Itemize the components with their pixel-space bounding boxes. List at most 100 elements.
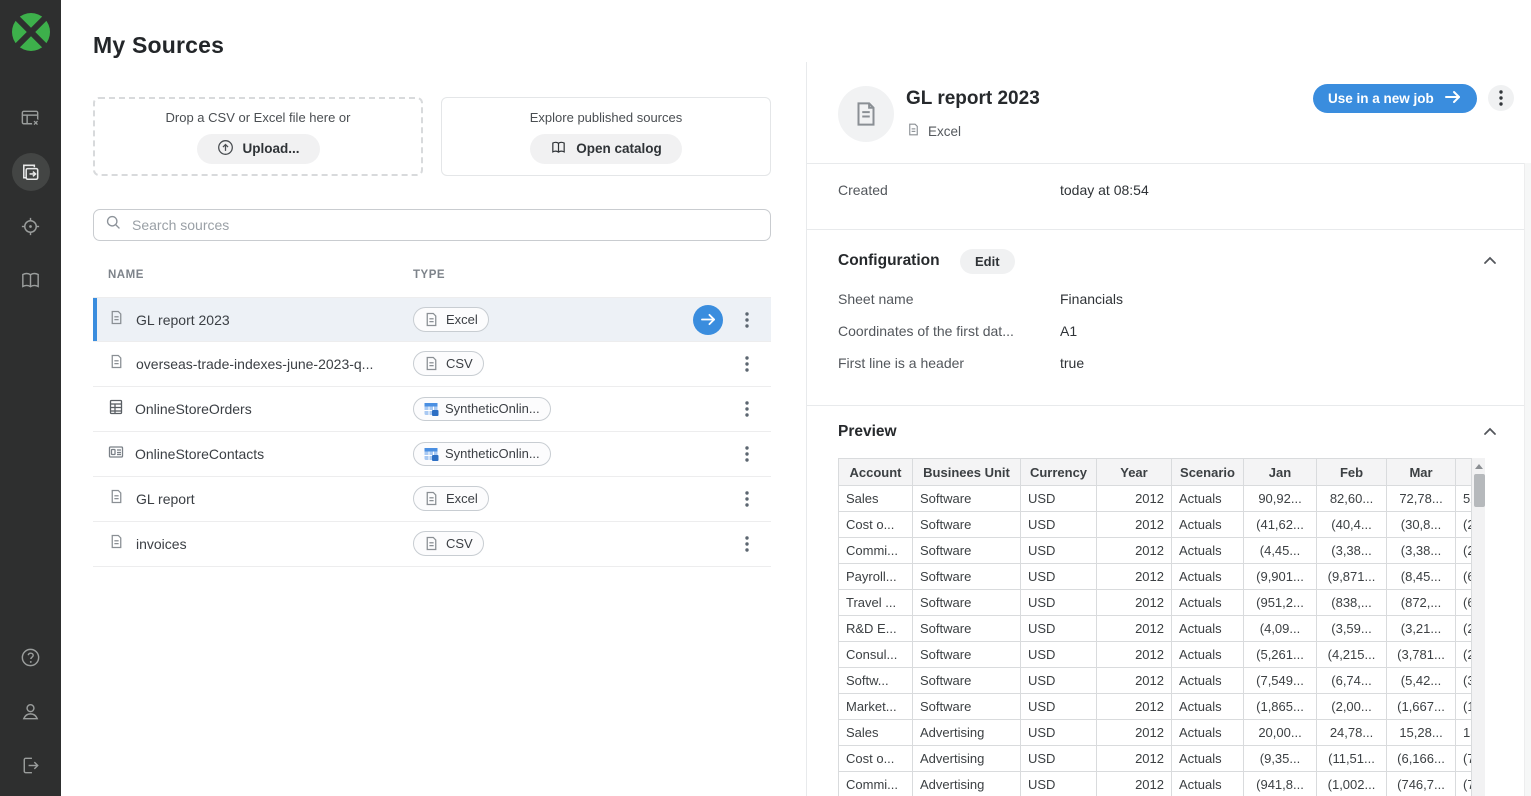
file-dropzone[interactable]: Drop a CSV or Excel file here or Upload.… bbox=[93, 97, 423, 176]
preview-cell: (41,62... bbox=[1244, 512, 1317, 538]
preview-cell: Actuals bbox=[1172, 772, 1244, 796]
open-source-arrow-button[interactable] bbox=[693, 305, 723, 335]
preview-cell: 2012 bbox=[1097, 720, 1172, 746]
preview-cell: USD bbox=[1021, 616, 1097, 642]
preview-cell: 2012 bbox=[1097, 694, 1172, 720]
sources-list: GL report 2023Exceloverseas-trade-indexe… bbox=[93, 297, 771, 567]
preview-row: Payroll...SoftwareUSD2012Actuals(9,901..… bbox=[839, 564, 1472, 590]
use-in-new-job-label: Use in a new job bbox=[1328, 91, 1434, 106]
grid-blue-icon bbox=[423, 401, 439, 417]
source-row[interactable]: OnlineStoreOrdersSyntheticOnlin... bbox=[93, 387, 771, 432]
config-field-value: true bbox=[1060, 355, 1084, 371]
preview-cell: USD bbox=[1021, 694, 1097, 720]
logout-icon[interactable] bbox=[12, 746, 50, 784]
preview-cell: Software bbox=[913, 668, 1021, 694]
preview-cell: Sales bbox=[839, 720, 913, 746]
clover-logo[interactable] bbox=[9, 10, 53, 54]
preview-cell: 90,92... bbox=[1244, 486, 1317, 512]
preview-heading: Preview bbox=[838, 423, 897, 441]
preview-scrollbar[interactable] bbox=[1472, 458, 1485, 796]
preview-cell: 2012 bbox=[1097, 642, 1172, 668]
row-kebab-menu[interactable] bbox=[739, 397, 755, 421]
source-name: OnlineStoreContacts bbox=[135, 446, 264, 462]
source-name: invoices bbox=[136, 536, 187, 552]
source-row[interactable]: overseas-trade-indexes-june-2023-q...CSV bbox=[93, 342, 771, 387]
preview-cell: (1,865... bbox=[1244, 694, 1317, 720]
jobs-icon[interactable] bbox=[12, 99, 50, 137]
config-field-label: First line is a header bbox=[838, 355, 964, 371]
preview-cell: 2012 bbox=[1097, 746, 1172, 772]
preview-cell: USD bbox=[1021, 538, 1097, 564]
file-icon bbox=[108, 309, 125, 331]
configuration-collapse-chevron-up-icon[interactable] bbox=[1480, 252, 1500, 272]
row-kebab-menu[interactable] bbox=[739, 308, 755, 332]
preview-cell: Actuals bbox=[1172, 746, 1244, 772]
card-icon bbox=[108, 444, 124, 465]
column-header-name: NAME bbox=[108, 269, 144, 281]
preview-cell: Actuals bbox=[1172, 564, 1244, 590]
preview-cell: (5,42... bbox=[1387, 668, 1456, 694]
preview-cell: (2 bbox=[1456, 512, 1472, 538]
preview-cell: Actuals bbox=[1172, 512, 1244, 538]
preview-row: Consul...SoftwareUSD2012Actuals(5,261...… bbox=[839, 642, 1472, 668]
preview-cell: (11,51... bbox=[1317, 746, 1387, 772]
preview-cell: 15 bbox=[1456, 720, 1472, 746]
dropzone-text: Drop a CSV or Excel file here or bbox=[166, 110, 351, 125]
preview-cell: (1,002... bbox=[1317, 772, 1387, 796]
preview-cell: (9,901... bbox=[1244, 564, 1317, 590]
preview-cell: Actuals bbox=[1172, 590, 1244, 616]
scroll-up-icon[interactable] bbox=[1475, 464, 1483, 469]
file-icon bbox=[108, 353, 125, 375]
preview-cell: (746,7... bbox=[1387, 772, 1456, 796]
row-kebab-menu[interactable] bbox=[739, 487, 755, 511]
preview-cell: Actuals bbox=[1172, 720, 1244, 746]
source-row[interactable]: invoicesCSV bbox=[93, 522, 771, 567]
type-badge: SyntheticOnlin... bbox=[413, 442, 551, 466]
source-row[interactable]: GL reportExcel bbox=[93, 477, 771, 522]
search-icon bbox=[105, 214, 122, 236]
targets-icon[interactable] bbox=[12, 207, 50, 245]
preview-cell: (1,667... bbox=[1387, 694, 1456, 720]
file-icon bbox=[423, 355, 440, 372]
preview-cell: Travel ... bbox=[839, 590, 913, 616]
search-input[interactable] bbox=[130, 216, 759, 234]
preview-cell: (941,8... bbox=[1244, 772, 1317, 796]
preview-cell: (3,38... bbox=[1387, 538, 1456, 564]
preview-table-wrap: AccountBusinees UnitCurrencyYearScenario… bbox=[838, 458, 1485, 796]
preview-collapse-chevron-up-icon[interactable] bbox=[1480, 423, 1500, 443]
row-kebab-menu[interactable] bbox=[739, 532, 755, 556]
source-row[interactable]: GL report 2023Excel bbox=[93, 297, 771, 342]
preview-row: Cost o...SoftwareUSD2012Actuals(41,62...… bbox=[839, 512, 1472, 538]
help-icon[interactable] bbox=[12, 638, 50, 676]
preview-cell: 2012 bbox=[1097, 564, 1172, 590]
detail-pane-scrollbar[interactable] bbox=[1524, 163, 1531, 796]
detail-kebab-menu[interactable] bbox=[1488, 85, 1514, 111]
sources-icon[interactable] bbox=[12, 153, 50, 191]
open-catalog-button[interactable]: Open catalog bbox=[530, 134, 682, 164]
preview-cell: USD bbox=[1021, 512, 1097, 538]
config-field-value: Financials bbox=[1060, 291, 1123, 307]
preview-cell: (6,166... bbox=[1387, 746, 1456, 772]
file-icon bbox=[423, 311, 440, 328]
upload-button[interactable]: Upload... bbox=[197, 134, 320, 164]
preview-cell: (40,4... bbox=[1317, 512, 1387, 538]
divider bbox=[807, 405, 1524, 406]
sidebar bbox=[0, 0, 61, 796]
catalog-box: Explore published sources Open catalog bbox=[441, 97, 771, 176]
user-icon[interactable] bbox=[12, 692, 50, 730]
preview-cell: (5,261... bbox=[1244, 642, 1317, 668]
preview-cell: Actuals bbox=[1172, 642, 1244, 668]
detail-type-label: Excel bbox=[928, 124, 961, 139]
catalog-icon[interactable] bbox=[12, 261, 50, 299]
use-in-new-job-button[interactable]: Use in a new job bbox=[1313, 84, 1477, 113]
preview-cell: 2012 bbox=[1097, 512, 1172, 538]
row-kebab-menu[interactable] bbox=[739, 442, 755, 466]
preview-scrollbar-thumb[interactable] bbox=[1474, 474, 1485, 507]
edit-configuration-button[interactable]: Edit bbox=[960, 249, 1015, 274]
row-kebab-menu[interactable] bbox=[739, 352, 755, 376]
config-field-label: Coordinates of the first dat... bbox=[838, 323, 1014, 339]
preview-cell: (6 bbox=[1456, 590, 1472, 616]
source-row[interactable]: OnlineStoreContacts SyntheticOnlin... bbox=[93, 432, 771, 477]
preview-cell: Software bbox=[913, 590, 1021, 616]
upload-circle-icon bbox=[217, 139, 234, 159]
